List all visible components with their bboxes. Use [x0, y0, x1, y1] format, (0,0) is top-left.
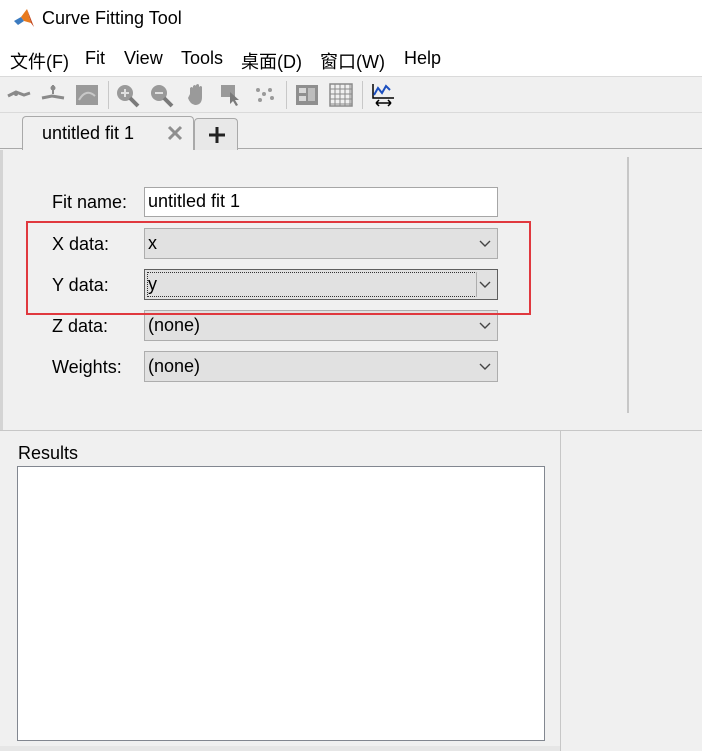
weights-label: Weights: — [52, 357, 122, 377]
menu-window[interactable]: 窗口(W) — [320, 48, 385, 74]
data-cursor-hand-icon[interactable] — [218, 82, 244, 108]
results-panel: Results — [0, 430, 560, 751]
tab-label: untitled fit 1 — [42, 123, 135, 143]
fit-name-label: Fit name: — [52, 192, 128, 212]
data-cursor-icon[interactable] — [40, 82, 66, 108]
z-data-value: (none) — [148, 315, 201, 335]
close-icon[interactable] — [166, 124, 184, 142]
exclude-outliers-icon[interactable] — [252, 82, 278, 108]
panel-divider[interactable] — [627, 157, 629, 413]
add-tab-button[interactable] — [194, 118, 238, 150]
axes-limits-icon[interactable] — [370, 82, 396, 108]
fit-arrow-icon[interactable] — [6, 82, 32, 108]
menu-fit[interactable]: Fit — [85, 48, 105, 69]
plot-region-icon[interactable] — [74, 82, 100, 108]
fit-name-field[interactable]: untitled fit 1 — [144, 187, 498, 217]
menu-desktop[interactable]: 桌面(D) — [241, 48, 302, 74]
chevron-down-icon — [479, 363, 491, 370]
window-title: Curve Fitting Tool — [42, 8, 182, 28]
z-data-label: Z data: — [52, 316, 109, 336]
plot-panel — [560, 430, 702, 751]
annotation-highlight — [26, 221, 531, 315]
legend-icon[interactable] — [294, 82, 320, 108]
chevron-down-icon — [479, 322, 491, 329]
plus-icon — [209, 127, 225, 143]
bottom-edge — [0, 746, 560, 751]
menu-tools[interactable]: Tools — [181, 48, 223, 69]
matlab-logo-icon — [14, 9, 34, 27]
zoom-out-icon[interactable] — [148, 82, 174, 108]
menu-file[interactable]: 文件(F) — [10, 48, 69, 74]
menu-view[interactable]: View — [124, 48, 163, 69]
toolbar-separator — [362, 81, 363, 109]
toolbar-separator — [286, 81, 287, 109]
tab-untitled-fit-1[interactable]: untitled fit 1 — [22, 116, 194, 150]
weights-dropdown[interactable]: (none) — [144, 351, 498, 382]
toolbar — [0, 76, 702, 113]
pan-icon[interactable] — [184, 82, 210, 108]
title-bar: Curve Fitting Tool — [0, 0, 702, 40]
menu-help[interactable]: Help — [404, 48, 441, 69]
zoom-in-icon[interactable] — [114, 82, 140, 108]
results-label: Results — [18, 443, 79, 463]
menu-bar: 文件(F) Fit View Tools 桌面(D) 窗口(W) Help — [0, 40, 702, 76]
results-text-area[interactable] — [17, 466, 545, 741]
tab-strip: untitled fit 1 — [0, 113, 702, 150]
weights-value: (none) — [148, 356, 201, 376]
toolbar-separator — [108, 81, 109, 109]
grid-icon[interactable] — [328, 82, 354, 108]
